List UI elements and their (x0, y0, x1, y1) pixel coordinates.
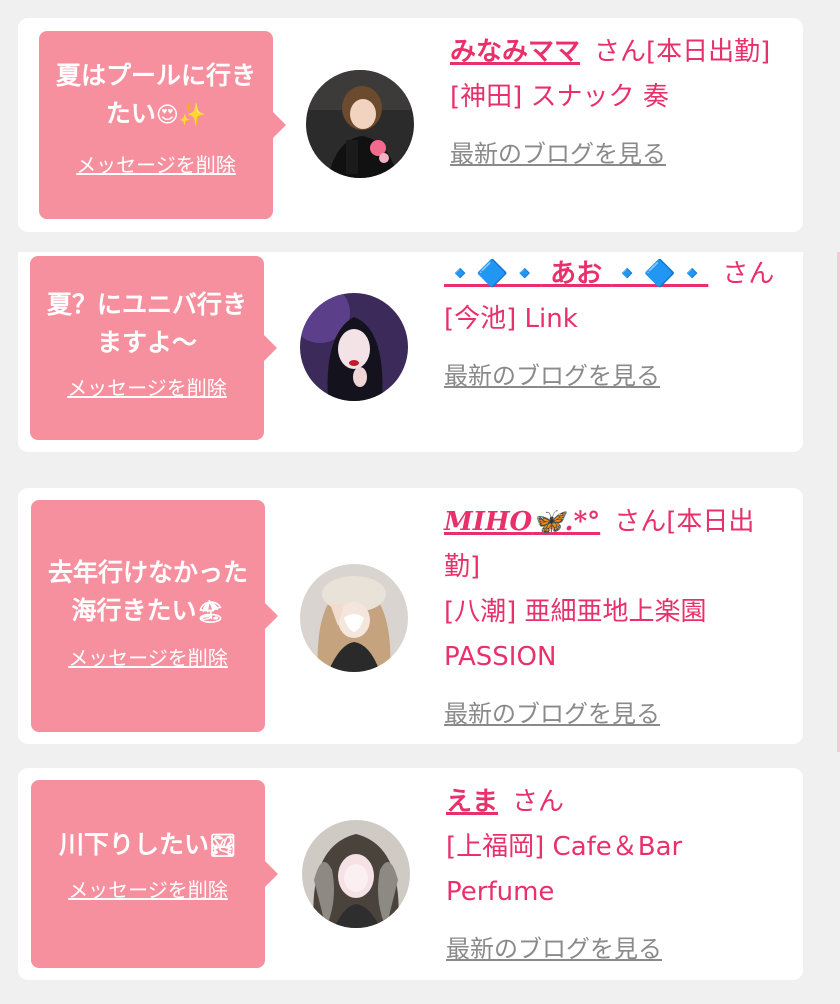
honorific: さん (512, 787, 565, 817)
avatar-photo (300, 293, 408, 401)
girl-info: 🔹🔷🔹 あお 🔹🔷🔹 さん [今池] Link 最新のブログを見る (444, 252, 789, 399)
avatar-photo (302, 820, 410, 928)
girl-name-link[interactable]: MIHO🦋.*° (444, 507, 600, 537)
girl-info: MIHO🦋.*° さん[本日出勤] [八潮] 亜細亜地上楽園PASSION 最新の… (444, 500, 774, 737)
girl-name-link[interactable]: みなみママ (450, 37, 580, 67)
avatar[interactable] (300, 293, 408, 401)
diamond-decoration: 🔹🔷🔹 (444, 259, 542, 289)
avatar-photo (300, 564, 408, 672)
honorific: さん (722, 259, 775, 289)
latest-blog-link[interactable]: 最新のブログを見る (444, 354, 660, 399)
shop-label: [今池] Link (444, 304, 578, 334)
honorific: さん (594, 37, 647, 67)
avatar-photo (306, 70, 414, 178)
message-card: 夏？にユニバ行きますよ〜 メッセージを削除 🔹🔷🔹 あお 🔹🔷🔹 さん [今池] … (18, 252, 803, 452)
message-emoji: 🏖 (196, 600, 225, 625)
status-label: [本日出勤] (646, 37, 771, 67)
message-bubble: 川下りしたい🏞 メッセージを削除 (31, 780, 278, 968)
girl-info: えま さん [上福岡] Cafe＆Bar Perfume 最新のブログを見る (446, 780, 776, 972)
avatar[interactable] (300, 564, 408, 672)
girl-info: みなみママ さん[本日出勤] [神田] スナック 奏 最新のブログを見る (450, 30, 780, 177)
shop-label: [上福岡] Cafe＆Bar Perfume (446, 832, 683, 907)
message-bubble: 去年行けなかった海行きたい🏖 メッセージを削除 (31, 500, 278, 732)
message-card: 去年行けなかった海行きたい🏖 メッセージを削除 MIHO🦋.*° さん[本日出勤]… (18, 488, 803, 744)
message-emoji: 🏞 (209, 834, 237, 859)
diamond-decoration: 🔹🔷🔹 (611, 259, 709, 289)
message-bubble: 夏はプールに行きたい😍✨ メッセージを削除 (39, 31, 286, 219)
latest-blog-link[interactable]: 最新のブログを見る (450, 132, 666, 177)
message-card: 川下りしたい🏞 メッセージを削除 えま さん [上福岡] Cafe＆Bar Per… (18, 768, 803, 980)
girl-name-link[interactable]: 🔹🔷🔹 あお 🔹🔷🔹 (444, 259, 708, 289)
delete-message-link[interactable]: メッセージを削除 (67, 372, 227, 401)
delete-message-link[interactable]: メッセージを削除 (68, 642, 228, 671)
shop-label: [神田] スナック 奏 (450, 82, 669, 112)
avatar[interactable] (302, 820, 410, 928)
message-text: 夏？にユニバ行きますよ〜 (46, 290, 247, 357)
message-card: 夏はプールに行きたい😍✨ メッセージを削除 みなみママ さん[本日出勤] [神田]… (18, 18, 803, 232)
message-text: 川下りしたい (59, 830, 210, 859)
latest-blog-link[interactable]: 最新のブログを見る (444, 692, 660, 737)
message-emoji: 😍✨ (155, 103, 207, 128)
honorific: さん (614, 507, 667, 537)
delete-message-link[interactable]: メッセージを削除 (76, 149, 236, 178)
avatar[interactable] (306, 70, 414, 178)
latest-blog-link[interactable]: 最新のブログを見る (446, 927, 662, 972)
shop-label: [八潮] 亜細亜地上楽園PASSION (444, 597, 707, 672)
delete-message-link[interactable]: メッセージを削除 (68, 874, 228, 903)
girl-name-link[interactable]: えま (446, 787, 498, 817)
message-bubble: 夏？にユニバ行きますよ〜 メッセージを削除 (30, 256, 277, 440)
